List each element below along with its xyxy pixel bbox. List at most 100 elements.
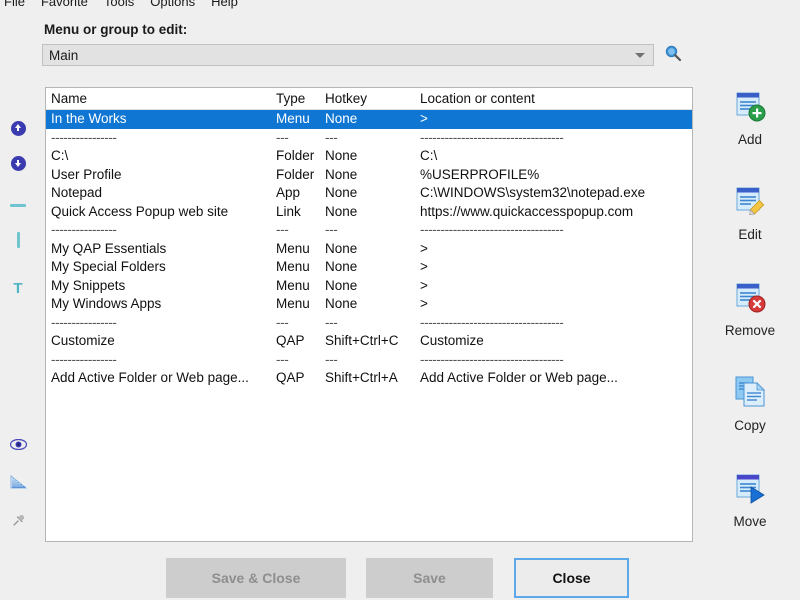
cell-type: Link [276,203,301,219]
horizontal-line-icon [10,203,26,207]
insert-title-button[interactable]: T [8,278,28,298]
table-row[interactable]: Customize QAP Shift+Ctrl+C Customize [46,332,692,351]
document-copy-icon [700,372,800,412]
menu-select-combobox[interactable]: Main [42,44,654,66]
cell-location: ----------------------------------- [420,222,564,237]
search-icon [664,44,682,67]
add-button[interactable]: Add [700,86,800,147]
move-button-label: Move [733,514,767,529]
table-row[interactable]: My Snippets Menu None > [46,277,692,296]
copy-button[interactable]: Copy [700,372,800,433]
cell-location: > [420,259,428,274]
cell-type: Folder [276,166,315,182]
cell-location: ----------------------------------- [420,314,564,330]
remove-button-label: Remove [724,323,776,338]
cell-location: %USERPROFILE% [420,166,540,182]
cell-hotkey: --- [325,222,338,237]
cell-name: In the Works [51,111,127,126]
qap-menu-editor-window: File Favorite Tools Options Help T Menu … [0,0,800,600]
cell-name: ---------------- [51,129,117,145]
cell-location: > [420,296,428,311]
column-header-location[interactable]: Location or content [420,88,692,109]
menu-item-file[interactable]: File [2,0,27,11]
menu-item-tools[interactable]: Tools [102,0,136,11]
table-row[interactable]: My Special Folders Menu None > [46,258,692,277]
table-row[interactable]: ---------------- --- --- ------------------… [46,221,692,240]
table-row[interactable]: Add Active Folder or Web page... QAP Shift… [46,369,692,388]
move-up-button[interactable] [8,118,28,138]
vertical-line-icon [16,232,20,248]
menu-items-listview[interactable]: Name Type Hotkey Location or content In the… [45,87,693,542]
table-row[interactable]: C:\ Folder None C:\ [46,147,692,166]
cell-hotkey: Shift+Ctrl+C [325,333,399,348]
close-button[interactable]: Close [514,558,629,598]
cell-hotkey: --- [325,351,338,367]
cell-hotkey: None [325,277,358,293]
cell-hotkey: None [325,259,358,274]
cell-location: > [420,240,428,256]
table-row[interactable]: In the Works Menu None > [46,110,692,129]
menu-item-favorite[interactable]: Favorite [39,0,90,11]
toggle-visibility-button[interactable] [8,432,28,452]
move-down-button[interactable] [8,153,28,173]
insert-separator-button[interactable] [8,195,28,215]
table-row[interactable]: My Windows Apps Menu None > [46,295,692,314]
table-row[interactable]: ---------------- --- --- ------------------… [46,351,692,370]
menu-select-value: Main [49,47,79,63]
document-plus-icon [700,86,800,126]
cell-hotkey: None [325,203,358,219]
cell-type: Menu [276,111,310,126]
cell-name: ---------------- [51,351,117,367]
copy-button-label: Copy [734,418,766,433]
cell-type: Folder [276,148,315,163]
cell-name: Add Active Folder or Web page... [51,370,249,385]
table-row[interactable]: ---------------- --- --- ------------------… [46,314,692,333]
cell-hotkey: Shift+Ctrl+A [325,370,398,385]
save-button[interactable]: Save [366,558,493,598]
table-row[interactable]: ---------------- --- --- ------------------… [46,129,692,148]
cell-name: My Windows Apps [51,296,162,311]
menu-item-options[interactable]: Options [148,0,197,11]
cell-type: App [276,185,301,200]
menu-item-help[interactable]: Help [209,0,240,11]
save-and-close-button[interactable]: Save & Close [166,558,346,598]
column-header-hotkey[interactable]: Hotkey [325,88,420,109]
cell-location: C:\ [420,148,438,163]
cell-location: ----------------------------------- [420,129,564,145]
table-row[interactable]: My QAP Essentials Menu None > [46,240,692,259]
cell-hotkey: --- [325,129,338,145]
cell-hotkey: None [325,185,358,200]
cell-hotkey: None [325,148,358,163]
cell-name: Quick Access Popup web site [51,203,229,219]
cell-name: My Snippets [51,277,126,293]
cell-location: Customize [420,333,484,348]
search-button[interactable] [662,44,684,66]
edit-button[interactable]: Edit [700,181,800,242]
cell-type: --- [276,222,289,237]
cell-name: My QAP Essentials [51,240,167,256]
add-button-label: Add [737,132,763,147]
table-row[interactable]: Notepad App None C:\WINDOWS\system32\notepa… [46,184,692,203]
pin-button[interactable] [8,510,28,530]
cell-type: --- [276,351,289,367]
cell-location: > [420,111,428,126]
insert-column-break-button[interactable] [8,230,28,250]
table-row[interactable]: User Profile Folder None %USERPROFILE% [46,166,692,185]
column-header-name[interactable]: Name [51,88,276,109]
cell-name: Customize [51,333,115,348]
cell-name: C:\ [51,148,69,163]
cell-type: Menu [276,277,310,293]
column-header-type[interactable]: Type [276,88,325,109]
cell-name: My Special Folders [51,259,166,274]
menu-select-label: Menu or group to edit: [44,22,188,37]
table-row[interactable]: Quick Access Popup web site Link None https… [46,203,692,222]
remove-button[interactable]: Remove [700,277,800,338]
move-button[interactable]: Move [700,468,800,529]
arrow-down-circle-icon [10,155,26,171]
gradient-button[interactable] [8,472,28,492]
wedge-icon [10,475,27,489]
listview-header: Name Type Hotkey Location or content [46,88,692,110]
cell-name: ---------------- [51,222,117,237]
cell-type: QAP [276,333,305,348]
cell-location: C:\WINDOWS\system32\notepad.exe [420,185,646,200]
